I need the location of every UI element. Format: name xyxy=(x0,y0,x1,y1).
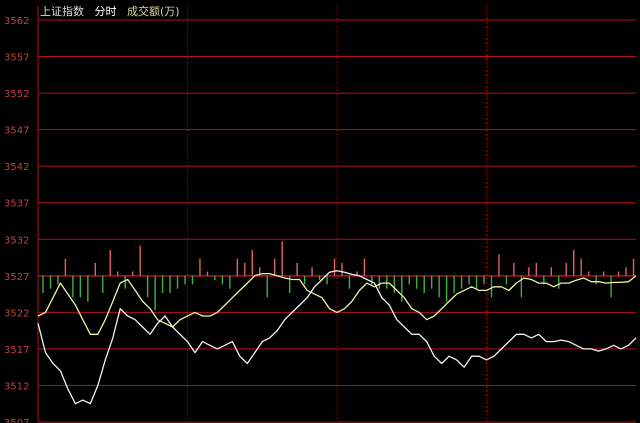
chart-mode: 分时 xyxy=(94,5,117,18)
chart-header: 上证指数 分时 成交额(万) xyxy=(40,3,187,19)
y-tick-label: 3527 xyxy=(4,272,29,283)
intraday-chart: 3562 3557 3552 3547 3542 3537 3532 3527 3522 3517… xyxy=(4,6,637,423)
y-tick-label: 3517 xyxy=(4,345,29,356)
y-tick-label: 3542 xyxy=(4,162,29,173)
volume-label: 成交额(万) xyxy=(127,5,180,18)
y-tick-label: 3532 xyxy=(4,235,29,246)
y-axis-labels: 3562 3557 3552 3547 3542 3537 3532 3527 3522 3517… xyxy=(4,16,29,423)
y-tick-label: 3552 xyxy=(4,89,29,100)
y-tick-label: 3547 xyxy=(4,126,29,137)
y-tick-label: 3537 xyxy=(4,199,29,210)
y-tick-label: 3557 xyxy=(4,53,29,64)
grid-lines xyxy=(37,6,636,423)
y-tick-label: 3507 xyxy=(4,418,29,423)
y-tick-label: 3522 xyxy=(4,308,29,319)
y-tick-label: 3562 xyxy=(4,16,29,27)
y-tick-label: 3512 xyxy=(4,381,29,392)
index-name: 上证指数 xyxy=(40,5,84,18)
